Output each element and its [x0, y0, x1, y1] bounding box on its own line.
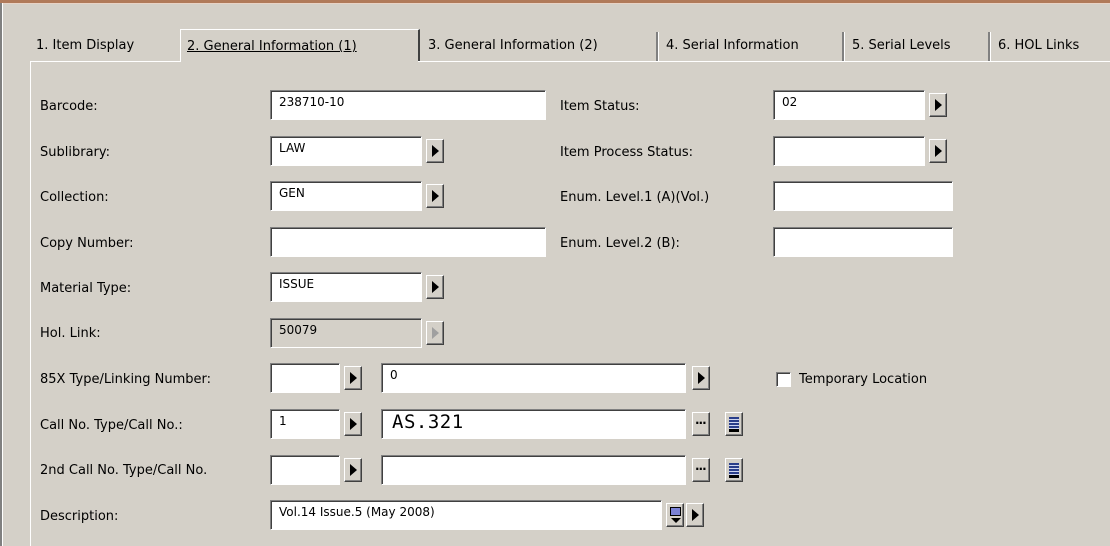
item-status-field[interactable]: 02: [773, 90, 925, 120]
window-top-highlight: [0, 3, 1110, 4]
hol-link-label: Hol. Link:: [40, 326, 101, 341]
list-icon: [729, 463, 739, 478]
arrow-right-icon: [432, 327, 439, 339]
enum-level-2-field[interactable]: [773, 227, 953, 257]
call-no-type-field[interactable]: 1: [270, 409, 340, 439]
temporary-location-checkbox[interactable]: [776, 372, 791, 387]
enum-level-1-field[interactable]: [773, 181, 953, 211]
panel-left-edge: [30, 61, 31, 546]
tab-baseline-right: [418, 61, 1110, 62]
arrow-right-icon: [698, 372, 705, 384]
collection-label: Collection:: [40, 190, 109, 205]
material-type-dropdown-button[interactable]: [426, 275, 444, 299]
arrow-right-icon: [692, 509, 699, 521]
call-no-browse-button[interactable]: ···: [692, 412, 710, 436]
second-call-no-browse-button[interactable]: ···: [692, 458, 710, 482]
arrow-right-icon: [432, 281, 439, 293]
description-spinner-button[interactable]: [666, 503, 684, 527]
copy-number-field[interactable]: [270, 227, 546, 257]
copy-number-label: Copy Number:: [40, 236, 134, 251]
chevron-down-icon: [671, 518, 681, 523]
temporary-location-label: Temporary Location: [799, 372, 928, 387]
arrow-right-icon: [935, 99, 942, 111]
second-call-no-label: 2nd Call No. Type/Call No.: [40, 463, 208, 478]
hol-link-field: 50079: [270, 318, 422, 348]
item-process-status-label: Item Process Status:: [560, 145, 693, 160]
arrow-right-icon: [432, 190, 439, 202]
arrow-right-icon: [432, 145, 439, 157]
barcode-field[interactable]: 238710-10: [270, 90, 546, 120]
ellipsis-icon: ···: [695, 416, 707, 430]
sublibrary-label: Sublibrary:: [40, 145, 111, 160]
ellipsis-icon: ···: [695, 462, 707, 476]
arrow-right-icon: [350, 418, 357, 430]
second-call-no-type-field[interactable]: [270, 455, 340, 485]
material-type-label: Material Type:: [40, 281, 132, 296]
item-status-label: Item Status:: [560, 99, 640, 114]
arrow-right-icon: [350, 372, 357, 384]
barcode-label: Barcode:: [40, 99, 98, 114]
tab-item-display[interactable]: 1. Item Display: [30, 32, 182, 61]
hol-link-button: [426, 321, 444, 345]
call-no-list-button[interactable]: [725, 412, 743, 436]
tab-serial-levels[interactable]: 5. Serial Levels: [846, 32, 990, 61]
spinner-icon: [670, 507, 681, 516]
call-no-field[interactable]: AS.321: [381, 409, 686, 439]
description-dropdown-button[interactable]: [686, 503, 704, 527]
second-call-no-type-dropdown-button[interactable]: [344, 458, 362, 482]
description-field[interactable]: Vol.14 Issue.5 (May 2008): [270, 500, 662, 530]
linking-type-dropdown-button[interactable]: [344, 366, 362, 390]
call-no-label: Call No. Type/Call No.:: [40, 418, 183, 433]
tab-hol-links[interactable]: 6. HOL Links: [992, 32, 1110, 61]
sublibrary-dropdown-button[interactable]: [426, 139, 444, 163]
sublibrary-field[interactable]: LAW: [270, 136, 422, 166]
item-process-status-dropdown-button[interactable]: [929, 139, 947, 163]
item-status-dropdown-button[interactable]: [929, 93, 947, 117]
tab-general-information-1[interactable]: 2. General Information (1): [180, 29, 420, 62]
collection-dropdown-button[interactable]: [426, 184, 444, 208]
description-label: Description:: [40, 509, 119, 524]
second-call-no-field[interactable]: [381, 455, 686, 485]
linking-number-field[interactable]: 0: [381, 363, 686, 393]
list-icon: [729, 417, 739, 432]
arrow-right-icon: [350, 464, 357, 476]
tab-serial-information[interactable]: 4. Serial Information: [660, 32, 844, 61]
window-left-highlight: [2, 3, 3, 546]
collection-field[interactable]: GEN: [270, 181, 422, 211]
linking-type-field[interactable]: [270, 363, 340, 393]
second-call-no-list-button[interactable]: [725, 458, 743, 482]
tab-baseline-left: [30, 61, 180, 62]
item-process-status-field[interactable]: [773, 136, 925, 166]
linking-number-dropdown-button[interactable]: [692, 366, 710, 390]
tab-general-information-2[interactable]: 3. General Information (2): [422, 32, 658, 61]
type-linking-label: 85X Type/Linking Number:: [40, 372, 212, 387]
material-type-field[interactable]: ISSUE: [270, 272, 422, 302]
call-no-type-dropdown-button[interactable]: [344, 412, 362, 436]
arrow-right-icon: [935, 145, 942, 157]
enum-level-2-label: Enum. Level.2 (B):: [560, 236, 680, 251]
enum-level-1-label: Enum. Level.1 (A)(Vol.): [560, 190, 710, 205]
